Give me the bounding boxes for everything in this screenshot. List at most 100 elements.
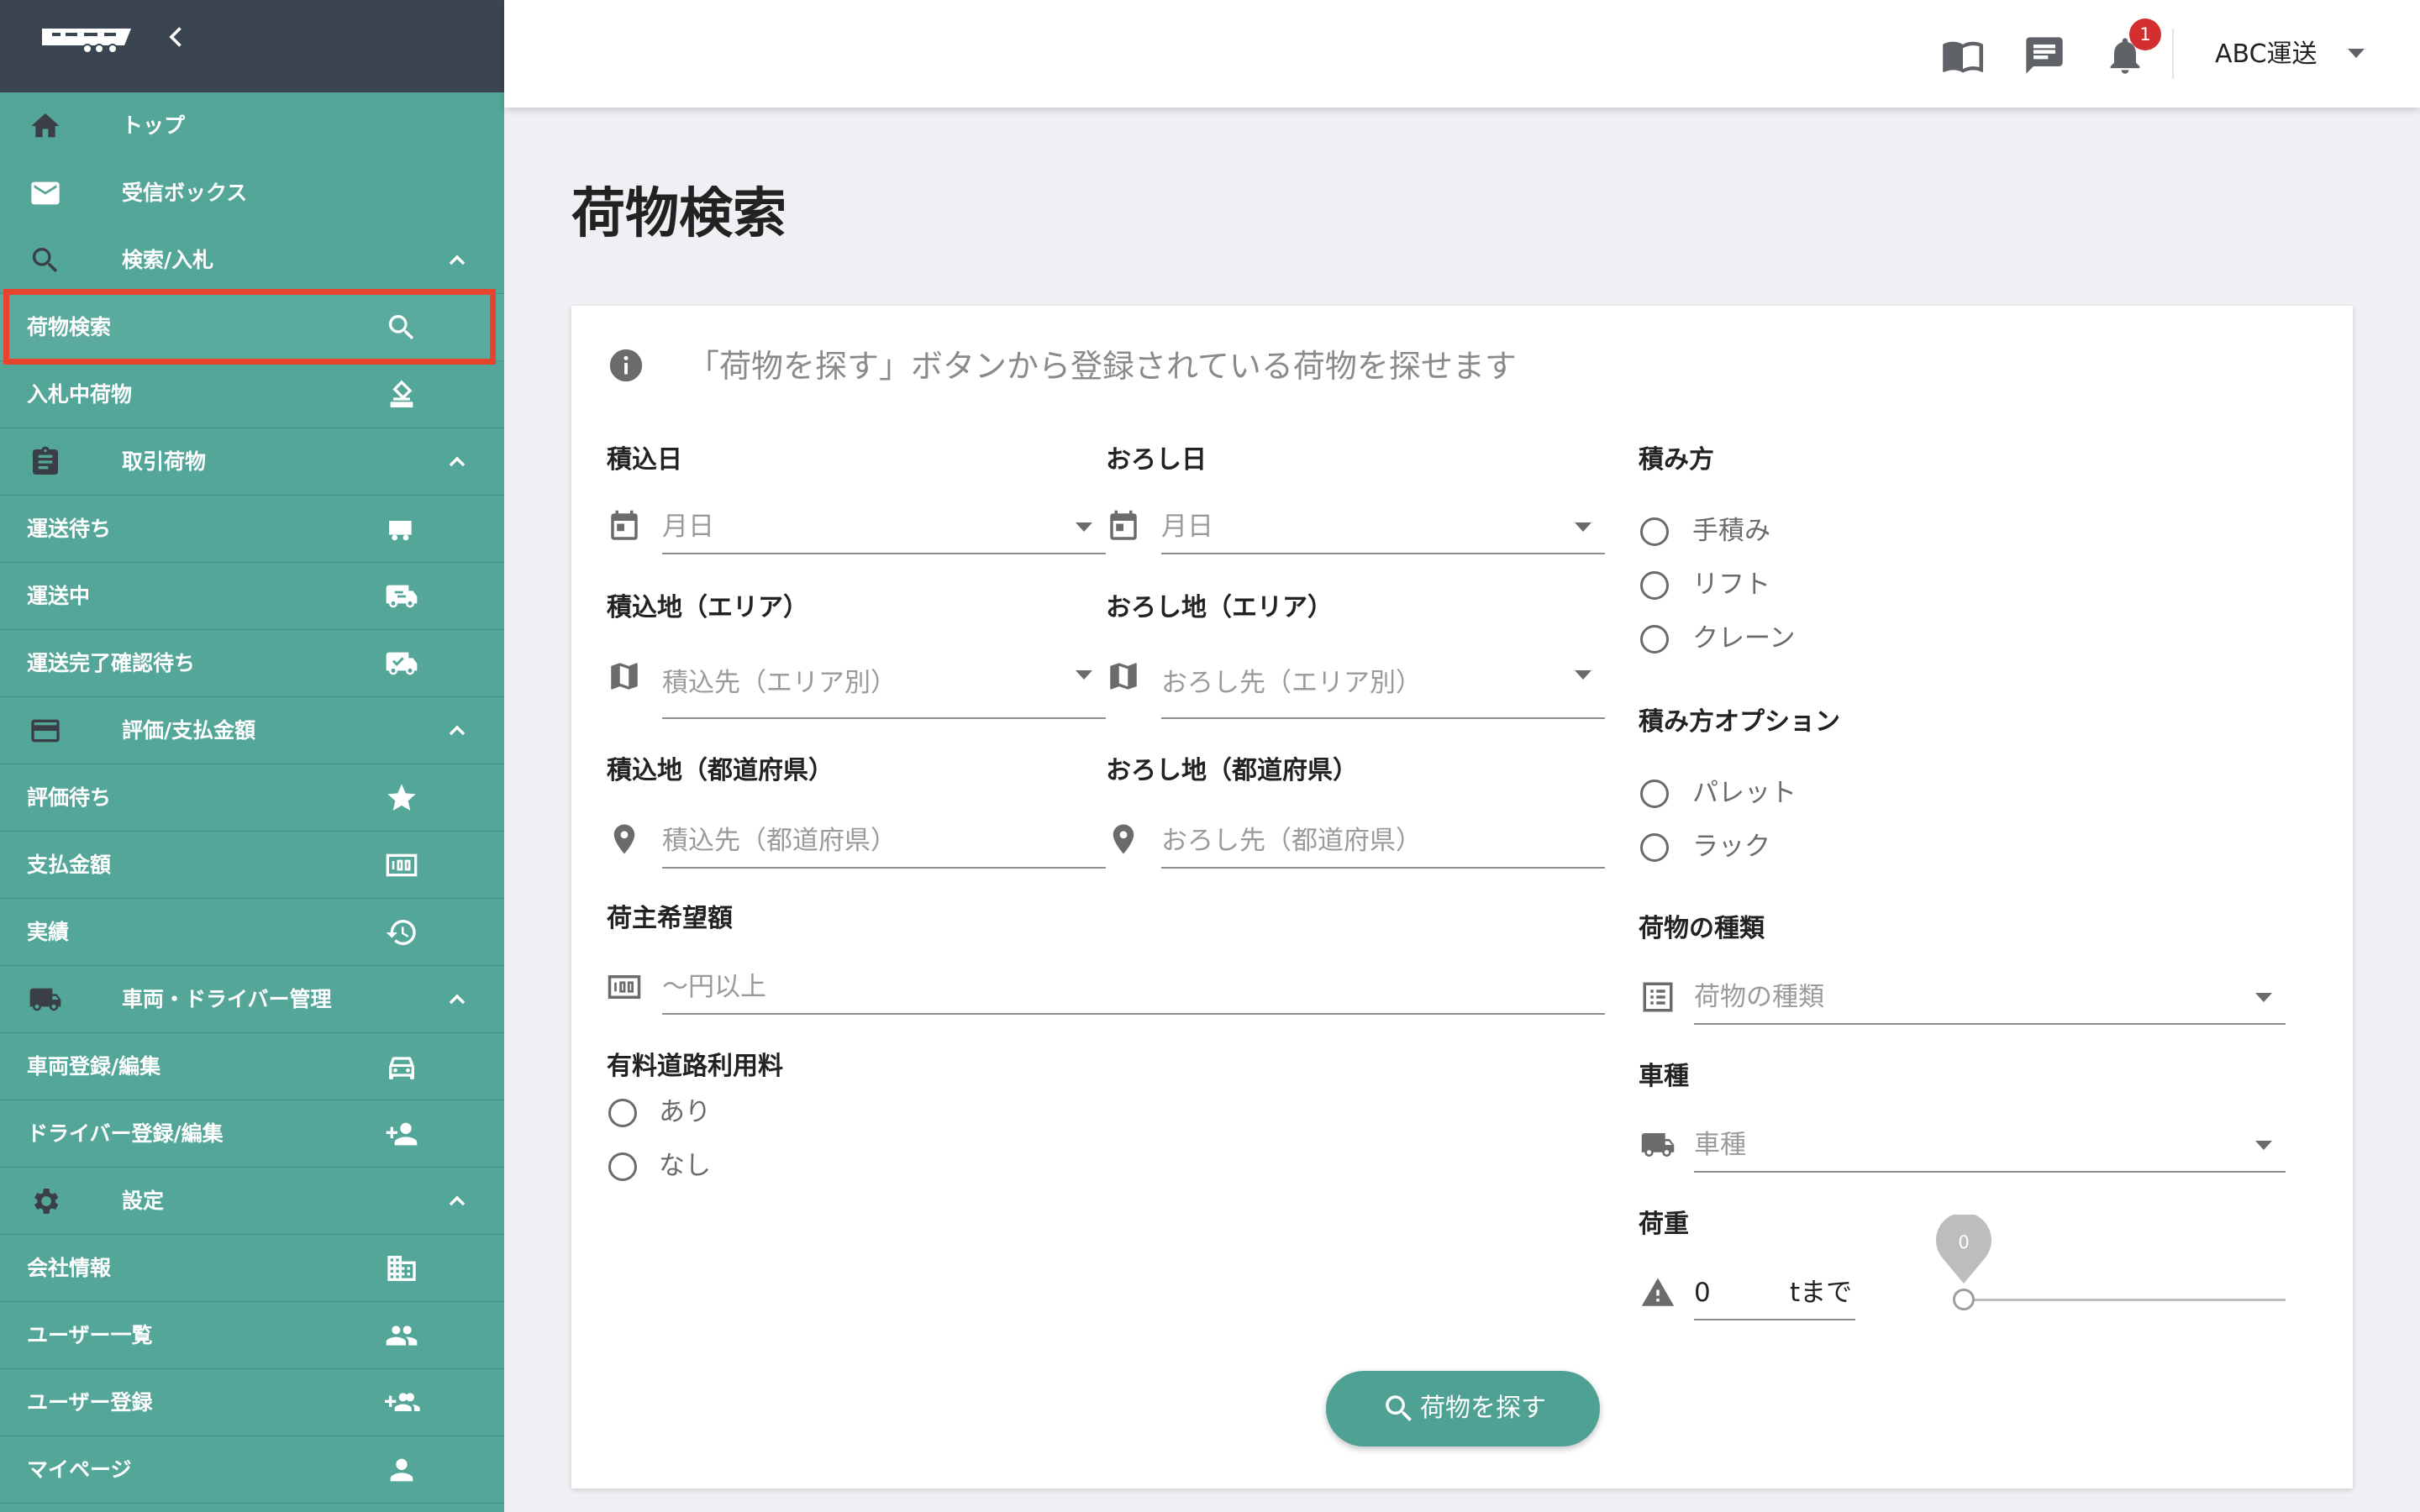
unload-pref-input[interactable]: おろし先（都道府県）: [1161, 823, 1422, 858]
sidebar-item-label: 実績: [27, 920, 70, 944]
toll-label: 有料道路利用料: [607, 1052, 783, 1081]
truck-waiting-icon: [381, 512, 422, 546]
slider-value-pin: 0: [1936, 1215, 1991, 1285]
search-icon: [1381, 1391, 1417, 1426]
weight-slider-track[interactable]: [1963, 1299, 2286, 1301]
sidebar-item-label: 運送中: [27, 584, 91, 608]
sidebar-item-label: ユーザー一覧: [27, 1323, 153, 1347]
sidebar-item-label: 会社情報: [27, 1256, 112, 1280]
dropdown-caret-icon: [1076, 522, 1092, 533]
loading-method-radio-lift[interactable]: [1640, 571, 1669, 600]
unload-date-select[interactable]: 月日: [1161, 509, 1213, 544]
price-input[interactable]: 〜円以上: [662, 969, 766, 1005]
chevron-up-icon: [440, 1188, 474, 1215]
unload-area-select[interactable]: おろし先（エリア別）: [1161, 665, 1422, 701]
sidebar-item-awaiting-completion[interactable]: 運送完了確認待ち: [0, 630, 504, 697]
sidebar-item-cargo-search[interactable]: 荷物検索: [0, 294, 504, 361]
sidebar-item-label: ユーザー登録: [27, 1390, 153, 1415]
load-date-underline: [662, 553, 1106, 554]
truck-icon: [1640, 1127, 1676, 1163]
load-date-select[interactable]: 月日: [662, 509, 714, 544]
sidebar-item-top[interactable]: トップ: [0, 92, 504, 160]
load-area-label: 積込地（エリア）: [607, 593, 808, 622]
weight-input[interactable]: 0: [1694, 1275, 1711, 1310]
collapse-sidebar-icon[interactable]: [161, 22, 192, 52]
unload-date-underline: [1161, 553, 1605, 554]
dropdown-caret-icon: [2255, 993, 2272, 1003]
chevron-up-icon: [440, 986, 474, 1013]
slider-value: 0: [1958, 1232, 1970, 1252]
loading-method-label: 積み方: [1639, 445, 1714, 475]
sidebar-item-label: 車両登録/編集: [27, 1054, 161, 1079]
radio-label: 手積み: [1692, 516, 1770, 546]
radio-label: リフト: [1692, 570, 1770, 600]
unload-pref-label: おろし地（都道府県）: [1106, 756, 1358, 785]
search-cargo-button[interactable]: 荷物を探す: [1326, 1371, 1600, 1446]
toll-radio-no[interactable]: [608, 1152, 637, 1181]
radio-label: クレーン: [1692, 623, 1796, 654]
group-add-icon: [381, 1386, 422, 1420]
weight-slider-thumb[interactable]: [1953, 1289, 1975, 1310]
sidebar-item-company-info[interactable]: 会社情報: [0, 1235, 504, 1302]
home-icon: [27, 109, 64, 143]
warning-icon: [1640, 1275, 1676, 1310]
map-icon: [607, 659, 642, 694]
load-area-select[interactable]: 積込先（エリア別）: [662, 665, 897, 701]
sidebar-item-inbox[interactable]: 受信ボックス: [0, 160, 504, 227]
sidebar-item-my-page[interactable]: マイページ: [0, 1436, 504, 1504]
sidebar-item-awaiting-rating[interactable]: 評価待ち: [0, 764, 504, 832]
sidebar-item-label: 取引荷物: [122, 449, 207, 474]
vehicle-type-select[interactable]: 車種: [1694, 1127, 1746, 1163]
car-icon: [381, 1050, 422, 1084]
weight-label: 荷重: [1639, 1210, 1689, 1239]
loading-method-radio-hand[interactable]: [1640, 517, 1669, 546]
dropdown-caret-icon: [1076, 670, 1092, 680]
manual-book-icon[interactable]: [1941, 34, 1985, 77]
chevron-up-icon: [440, 717, 474, 744]
toll-radio-yes[interactable]: [608, 1099, 637, 1127]
unload-area-underline: [1161, 717, 1605, 719]
load-pref-input[interactable]: 積込先（都道府県）: [662, 823, 897, 858]
sidebar: トップ 受信ボックス 検索/入札 荷物検索 入札中荷物 取引荷物 運送待ち 運送…: [0, 0, 504, 1512]
notification-badge: 1: [2129, 18, 2161, 50]
company-menu[interactable]: ABC運送: [2215, 34, 2317, 76]
chat-icon[interactable]: [2023, 34, 2066, 77]
price-label: 荷主希望額: [607, 904, 733, 933]
cargo-type-select[interactable]: 荷物の種類: [1694, 979, 1824, 1015]
sidebar-item-vehicle-register[interactable]: 車両登録/編集: [0, 1033, 504, 1100]
person-icon: [381, 1453, 422, 1487]
truck-check-icon: [381, 647, 422, 680]
sidebar-item-payment-amount[interactable]: 支払金額: [0, 832, 504, 899]
sidebar-item-awaiting-transport[interactable]: 運送待ち: [0, 496, 504, 563]
cargo-type-label: 荷物の種類: [1639, 914, 1765, 943]
loading-method-radio-crane[interactable]: [1640, 625, 1669, 654]
unload-pref-underline: [1161, 867, 1605, 869]
page-title: 荷物検索: [571, 183, 786, 245]
caret-down-icon[interactable]: [2347, 47, 2365, 60]
sidebar-group-vehicle-driver[interactable]: 車両・ドライバー管理: [0, 966, 504, 1033]
sidebar-item-user-list[interactable]: ユーザー一覧: [0, 1302, 504, 1369]
sidebar-item-label: 運送待ち: [27, 517, 112, 541]
sidebar-item-driver-register[interactable]: ドライバー登録/編集: [0, 1100, 504, 1168]
sidebar-item-history[interactable]: 実績: [0, 899, 504, 966]
bid-icon: [381, 378, 422, 412]
star-icon: [381, 781, 422, 815]
loading-option-radio-pallet[interactable]: [1640, 780, 1669, 808]
sidebar-group-settings[interactable]: 設定: [0, 1168, 504, 1235]
sidebar-item-in-transit[interactable]: 運送中: [0, 563, 504, 630]
sidebar-item-label: 検索/入札: [122, 248, 214, 272]
credit-card-icon: [27, 714, 64, 748]
sidebar-group-trades[interactable]: 取引荷物: [0, 428, 504, 496]
sidebar-group-search-bid[interactable]: 検索/入札: [0, 227, 504, 294]
sidebar-group-rating-payment[interactable]: 評価/支払金額: [0, 697, 504, 764]
calendar-icon: [607, 509, 642, 544]
loading-option-radio-rack[interactable]: [1640, 833, 1669, 862]
mail-icon: [27, 176, 64, 210]
cargo-type-underline: [1694, 1023, 2286, 1025]
radio-label: なし: [659, 1151, 711, 1181]
sidebar-item-bidding-cargo[interactable]: 入札中荷物: [0, 361, 504, 428]
logo-icon: [37, 22, 138, 55]
money-icon: [381, 848, 422, 882]
sidebar-item-user-register[interactable]: ユーザー登録: [0, 1369, 504, 1436]
vehicle-type-underline: [1694, 1171, 2286, 1173]
